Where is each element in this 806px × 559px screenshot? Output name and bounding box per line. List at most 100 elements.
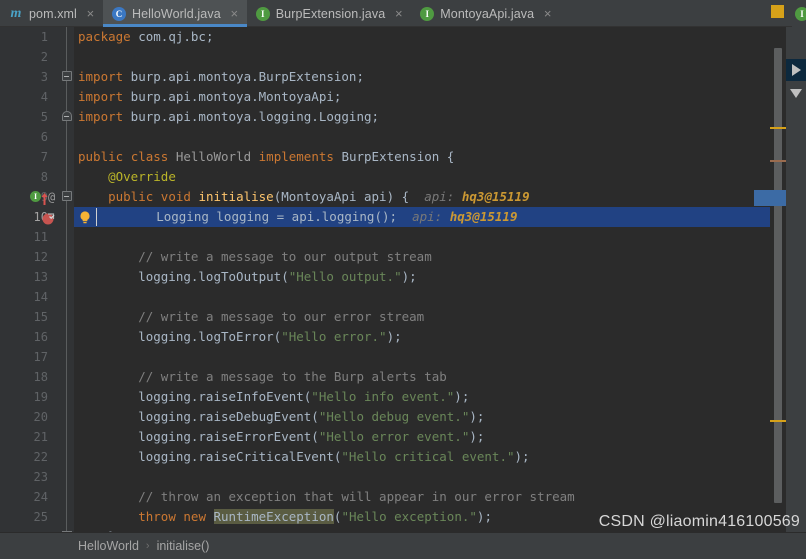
code-line[interactable]: 11: [0, 227, 806, 247]
code-text[interactable]: import burp.api.montoya.logging.Logging;: [78, 107, 379, 127]
warning-marker[interactable]: [770, 127, 786, 129]
code-folding-strip[interactable]: [60, 27, 74, 47]
code-folding-strip[interactable]: [60, 327, 74, 347]
code-folding-strip[interactable]: [60, 267, 74, 287]
implementing-method-icon[interactable]: I: [30, 191, 41, 202]
editor-gutter[interactable]: 17: [0, 347, 60, 367]
fold-toggle-icon[interactable]: [61, 71, 72, 81]
close-icon[interactable]: ×: [85, 7, 96, 20]
editor-gutter[interactable]: 1: [0, 27, 60, 47]
code-text[interactable]: public void initialise(MontoyaApi api) {…: [78, 187, 530, 207]
breadcrumb[interactable]: HelloWorld › initialise(): [0, 532, 806, 559]
code-line[interactable]: 8 @Override: [0, 167, 806, 187]
code-folding-strip[interactable]: [60, 407, 74, 427]
code-text[interactable]: logging.raiseInfoEvent("Hello info event…: [78, 387, 469, 407]
editor-gutter[interactable]: 12: [0, 247, 60, 267]
editor-gutter[interactable]: 3: [0, 67, 60, 87]
code-folding-strip[interactable]: [60, 367, 74, 387]
breadcrumb-item[interactable]: HelloWorld: [78, 539, 139, 553]
editor-gutter[interactable]: 2: [0, 47, 60, 67]
editor-gutter[interactable]: 20: [0, 407, 60, 427]
code-line[interactable]: 6: [0, 127, 806, 147]
code-text[interactable]: // write a message to our output stream: [78, 247, 432, 267]
editor-gutter[interactable]: 23: [0, 467, 60, 487]
code-line[interactable]: 7 public class HelloWorld implements Burp…: [0, 147, 806, 167]
code-folding-strip[interactable]: [60, 447, 74, 467]
code-line[interactable]: 12 // write a message to our output stre…: [0, 247, 806, 267]
code-folding-strip[interactable]: [60, 147, 74, 167]
code-line[interactable]: 24 // throw an exception that will appea…: [0, 487, 806, 507]
code-folding-strip[interactable]: [60, 187, 74, 207]
code-folding-strip[interactable]: [60, 487, 74, 507]
code-text[interactable]: logging.raiseCriticalEvent("Hello critic…: [78, 447, 529, 467]
code-folding-strip[interactable]: [60, 287, 74, 307]
editor-tab-montoyaapi-java[interactable]: I MontoyaApi.java ×: [411, 0, 560, 27]
editor-gutter[interactable]: 7: [0, 147, 60, 167]
editor-gutter[interactable]: 9I@: [0, 187, 60, 207]
code-folding-strip[interactable]: [60, 67, 74, 87]
code-line[interactable]: 16 logging.logToError("Hello error.");: [0, 327, 806, 347]
code-line[interactable]: 15 // write a message to our error strea…: [0, 307, 806, 327]
code-line[interactable]: 3 import burp.api.montoya.BurpExtension;: [0, 67, 806, 87]
intention-bulb-icon[interactable]: [78, 210, 92, 224]
fold-toggle-icon[interactable]: [61, 111, 72, 121]
modified-marker[interactable]: [770, 160, 786, 162]
annotation-marker-icon[interactable]: @: [48, 190, 55, 204]
run-tool-button[interactable]: [786, 59, 806, 81]
editor-gutter[interactable]: 15: [0, 307, 60, 327]
collapse-tool-button[interactable]: [786, 82, 806, 104]
editor-gutter[interactable]: 24: [0, 487, 60, 507]
code-text[interactable]: // throw an exception that will appear i…: [78, 487, 575, 507]
code-text[interactable]: logging.raiseErrorEvent("Hello error eve…: [78, 427, 484, 447]
code-folding-strip[interactable]: [60, 227, 74, 247]
code-line[interactable]: 20 logging.raiseDebugEvent("Hello debug …: [0, 407, 806, 427]
code-text[interactable]: logging.logToOutput("Hello output.");: [78, 267, 416, 287]
editor-gutter[interactable]: 5: [0, 107, 60, 127]
code-folding-strip[interactable]: [60, 507, 74, 527]
editor-tab-helloworld-java[interactable]: C HelloWorld.java ×: [102, 0, 247, 27]
editor-marker-scrollbar[interactable]: [754, 27, 786, 532]
right-tool-strip[interactable]: [786, 27, 806, 532]
code-text[interactable]: Logging logging = api.logging(); api: hq…: [96, 207, 517, 227]
code-line[interactable]: 13 logging.logToOutput("Hello output.");: [0, 267, 806, 287]
editor-gutter[interactable]: 25: [0, 507, 60, 527]
code-line[interactable]: 23: [0, 467, 806, 487]
code-text[interactable]: import burp.api.montoya.BurpExtension;: [78, 67, 364, 87]
code-folding-strip[interactable]: [60, 467, 74, 487]
editor-gutter[interactable]: 11: [0, 227, 60, 247]
debug-breakpoint-icon[interactable]: [42, 211, 55, 225]
editor-tab-burpextension-java[interactable]: I BurpExtension.java ×: [247, 0, 412, 27]
code-text[interactable]: logging.logToError("Hello error.");: [78, 327, 401, 347]
inspection-status-indicator[interactable]: [771, 5, 784, 18]
editor-gutter[interactable]: 14: [0, 287, 60, 307]
override-arrow-icon[interactable]: [41, 191, 48, 205]
editor-gutter[interactable]: 16: [0, 327, 60, 347]
editor-tab-overflow[interactable]: I: [792, 0, 806, 27]
code-line[interactable]: 2: [0, 47, 806, 67]
code-line[interactable]: 22 logging.raiseCriticalEvent("Hello cri…: [0, 447, 806, 467]
code-line[interactable]: 10 Logging logging = api.logging(); api:…: [0, 207, 806, 227]
fold-toggle-icon[interactable]: [61, 191, 72, 201]
code-text[interactable]: // write a message to our error stream: [78, 307, 424, 327]
close-icon[interactable]: ×: [542, 7, 553, 20]
close-icon[interactable]: ×: [229, 7, 240, 20]
code-text[interactable]: import burp.api.montoya.MontoyaApi;: [78, 87, 341, 107]
code-folding-strip[interactable]: [60, 247, 74, 267]
code-folding-strip[interactable]: [60, 307, 74, 327]
code-folding-strip[interactable]: [60, 127, 74, 147]
code-text[interactable]: package com.qj.bc;: [78, 27, 213, 47]
code-folding-strip[interactable]: [60, 347, 74, 367]
editor-gutter[interactable]: 10: [0, 207, 60, 227]
code-line[interactable]: 17: [0, 347, 806, 367]
caret-position-marker[interactable]: [754, 190, 786, 206]
editor-gutter[interactable]: 21: [0, 427, 60, 447]
editor-gutter[interactable]: 13: [0, 267, 60, 287]
breadcrumb-item[interactable]: initialise(): [157, 539, 210, 553]
editor-tab-pom-xml[interactable]: m pom.xml ×: [0, 0, 103, 27]
editor-gutter[interactable]: 19: [0, 387, 60, 407]
code-text[interactable]: @Override: [78, 167, 176, 187]
code-text[interactable]: public class HelloWorld implements BurpE…: [78, 147, 454, 167]
code-line[interactable]: 14: [0, 287, 806, 307]
warning-marker[interactable]: [770, 420, 786, 422]
editor-gutter[interactable]: 18: [0, 367, 60, 387]
